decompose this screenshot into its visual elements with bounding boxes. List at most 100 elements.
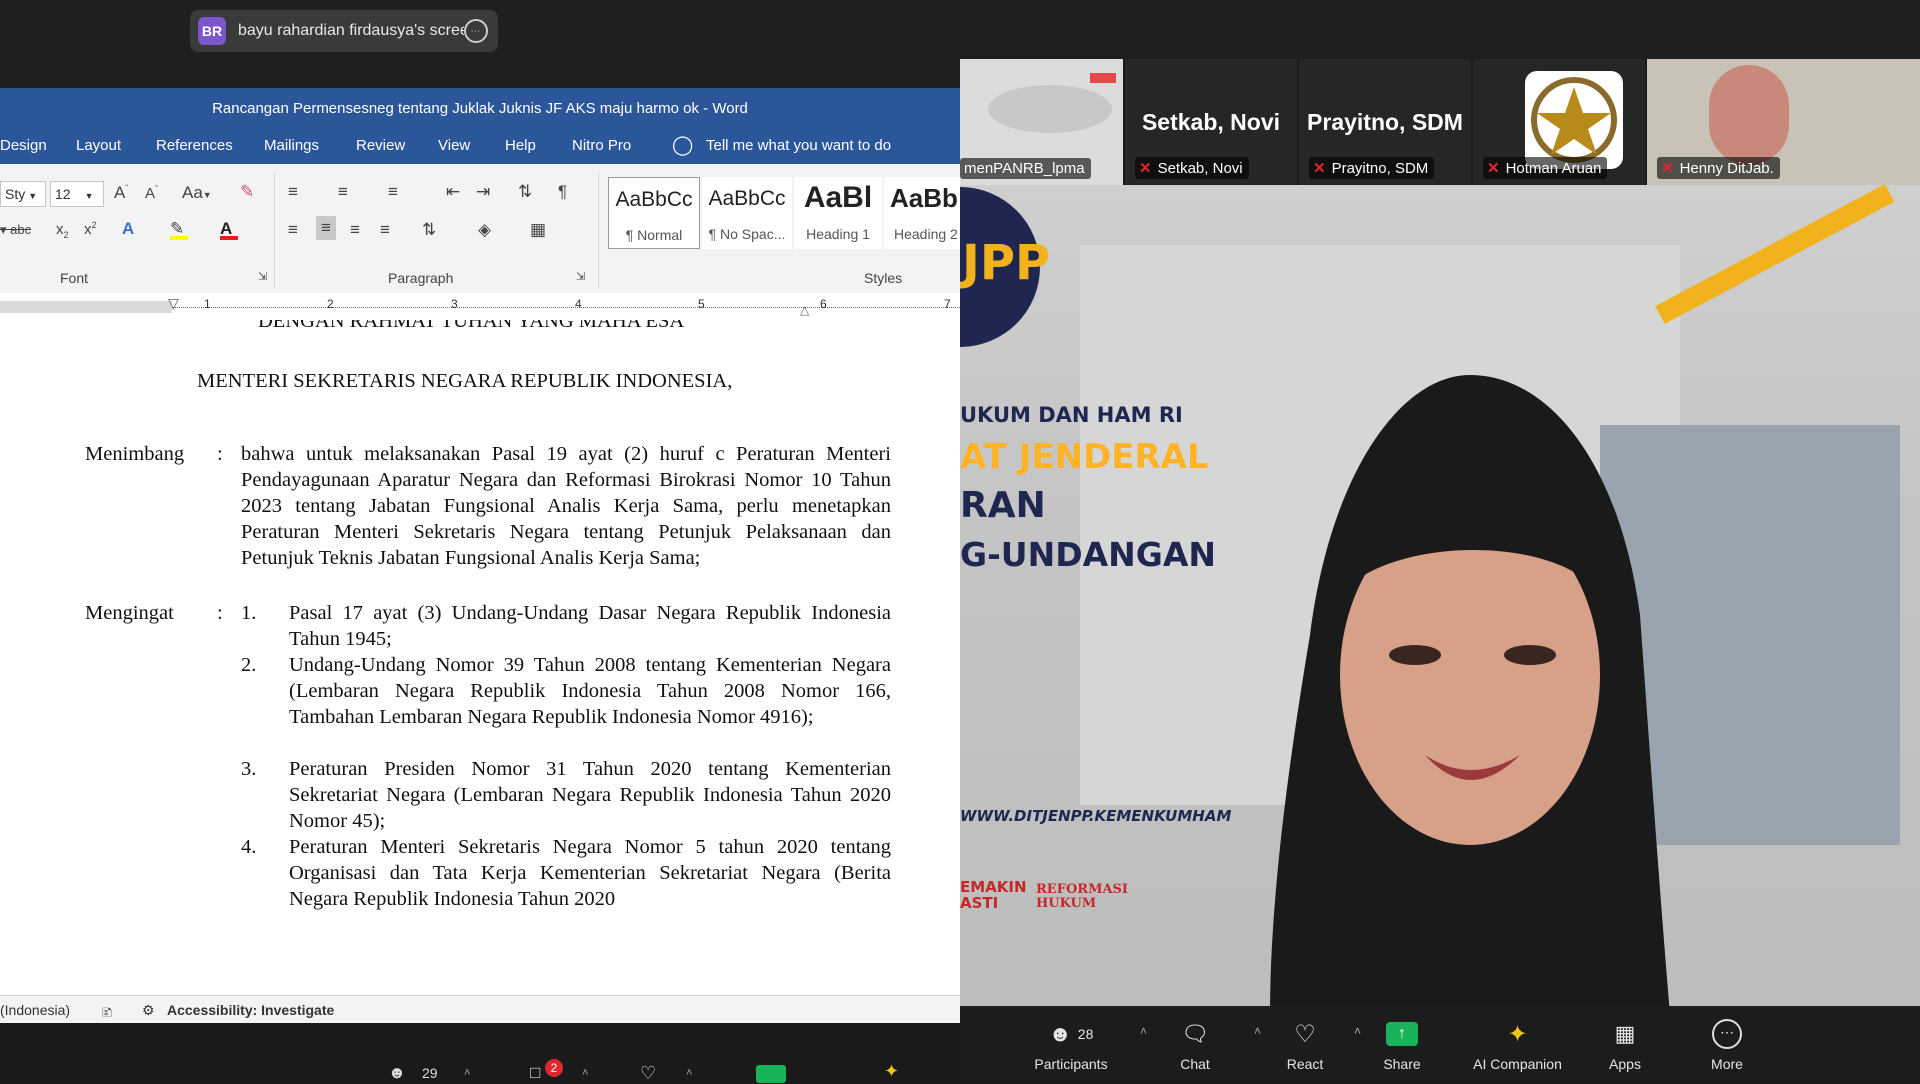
word-status-bar: (Indonesia) 🗈 ⚙ Accessibility: Investiga… xyxy=(0,995,960,1023)
show-formatting-icon[interactable]: ¶ xyxy=(558,182,567,202)
tab-view[interactable]: View xyxy=(438,137,470,154)
shrink-font-icon[interactable]: Aˇ xyxy=(145,184,158,202)
align-center-icon[interactable]: ≡ xyxy=(316,216,336,240)
style-heading-1[interactable]: AaBl Heading 1 xyxy=(794,177,882,249)
document-page[interactable]: DENGAN RAHMAT TUHAN YANG MAHA ESA MENTER… xyxy=(0,320,960,995)
numbering-icon[interactable]: ≡ xyxy=(338,182,348,202)
right-indent-marker-icon[interactable]: △ xyxy=(800,303,809,317)
more-icon: ⋯ xyxy=(1692,1019,1762,1049)
tab-help[interactable]: Help xyxy=(505,137,536,154)
react-icon[interactable]: ♡ xyxy=(640,1063,656,1084)
more-label: More xyxy=(1711,1056,1743,1072)
chevron-up-icon[interactable]: ˄ xyxy=(1140,1024,1147,1038)
tab-nitro-pro[interactable]: Nitro Pro xyxy=(572,137,631,154)
dialog-launcher-icon[interactable]: ⇲ xyxy=(258,270,267,283)
presenter-avatar: BR xyxy=(198,17,226,45)
decorative-stripe xyxy=(1655,185,1895,324)
font-name-value: Sty xyxy=(5,186,26,202)
multilevel-list-icon[interactable]: ≡ xyxy=(388,182,398,202)
style-heading-2[interactable]: AaBb Heading 2 xyxy=(884,177,960,249)
style-normal[interactable]: AaBbCc ¶ Normal xyxy=(608,177,700,249)
participant-tile[interactable]: Prayitno, SDM ✕ Prayitno, SDM xyxy=(1299,59,1471,185)
ai-companion-label: AI Companion xyxy=(1473,1056,1562,1072)
justify-icon[interactable]: ≡ xyxy=(380,220,390,240)
screen-share-indicator[interactable]: BR bayu rahardian firdausya's screen ⋯ xyxy=(190,10,498,52)
apps-button[interactable]: ▦ Apps xyxy=(1590,1006,1660,1080)
borders-icon[interactable]: ▦ xyxy=(530,220,546,240)
tab-layout[interactable]: Layout xyxy=(76,137,121,154)
chevron-up-icon[interactable]: ˄ xyxy=(1254,1024,1261,1038)
participant-tile[interactable]: ✕ Hotman Aruan xyxy=(1473,59,1645,185)
font-color-icon[interactable]: A xyxy=(220,219,238,240)
tab-references[interactable]: References xyxy=(156,137,233,154)
more-button[interactable]: ⋯ More xyxy=(1692,1006,1762,1080)
banner-line-2: AT JENDERAL xyxy=(960,437,1209,477)
grow-font-icon[interactable]: Aˆ xyxy=(114,183,128,203)
tell-me-search[interactable]: Tell me what you want to do xyxy=(706,137,891,154)
sort-icon[interactable]: ⇅ xyxy=(518,182,532,202)
align-right-icon[interactable]: ≡ xyxy=(350,220,360,240)
tab-mailings[interactable]: Mailings xyxy=(264,137,319,154)
presenter-zoom-toolbar: ☻ 29 ˄ □ 2 ˄ ♡ ˄ ✦ xyxy=(0,1023,960,1083)
indent-marker-icon[interactable]: ▽ xyxy=(168,295,179,312)
list-item-text: Peraturan Presiden Nomor 31 Tahun 2020 t… xyxy=(289,758,891,832)
react-button[interactable]: ♡ React xyxy=(1270,1006,1340,1080)
chevron-up-icon[interactable]: ˄ xyxy=(1354,1024,1361,1038)
subscript-icon[interactable]: x2 xyxy=(56,221,69,240)
text-effects-icon[interactable]: A xyxy=(122,219,134,239)
font-name-box[interactable]: Sty ▼ xyxy=(0,181,46,207)
tab-design[interactable]: Design xyxy=(0,137,47,154)
participant-video xyxy=(1709,65,1789,165)
change-case-icon[interactable]: Aa▼ xyxy=(182,183,212,203)
react-label: React xyxy=(1286,1056,1324,1072)
ruler-number: 2 xyxy=(327,297,334,311)
chevron-up-icon[interactable]: ˄ xyxy=(686,1067,692,1079)
accessibility-status[interactable]: Accessibility: Investigate xyxy=(167,1002,334,1018)
ruler-number: 1 xyxy=(204,297,211,311)
shading-icon[interactable]: ◈ xyxy=(478,220,491,240)
increase-indent-icon[interactable]: ⇥ xyxy=(476,182,490,202)
ruler-number: 3 xyxy=(451,297,458,311)
dialog-launcher-icon[interactable]: ⇲ xyxy=(576,270,585,283)
share-screen-icon[interactable] xyxy=(756,1065,786,1083)
participant-tile[interactable]: Setkab, Novi ✕ Setkab, Novi xyxy=(1125,59,1297,185)
chat-icon[interactable]: □ xyxy=(530,1063,540,1083)
ai-companion-icon[interactable]: ✦ xyxy=(884,1061,899,1082)
proofing-icon[interactable]: 🗈 xyxy=(102,1002,112,1023)
zoom-top-bar: BR bayu rahardian firdausya's screen ⋯ xyxy=(0,0,1920,59)
clear-formatting-icon[interactable]: ✎ xyxy=(240,182,254,202)
chat-badge: 2 xyxy=(545,1059,563,1077)
participants-icon[interactable]: ☻ xyxy=(388,1063,406,1083)
share-button[interactable]: ↑ Share xyxy=(1362,1006,1442,1080)
language-status[interactable]: (Indonesia) xyxy=(0,1002,70,1018)
chat-button[interactable]: 🗨 Chat xyxy=(1160,1006,1230,1080)
bullets-icon[interactable]: ≡ xyxy=(288,182,298,202)
style-no-spacing[interactable]: AaBbCc ¶ No Spac... xyxy=(702,177,792,249)
line-spacing-icon[interactable]: ⇅ xyxy=(422,220,436,240)
muted-mic-icon: ✕ xyxy=(1313,160,1326,177)
tab-review[interactable]: Review xyxy=(356,137,405,154)
font-size-value: 12 xyxy=(55,186,71,202)
ai-companion-button[interactable]: ✦ AI Companion xyxy=(1460,1006,1575,1080)
participant-display-name: Prayitno, SDM xyxy=(1307,109,1463,135)
font-size-box[interactable]: 12 ▼ xyxy=(50,181,104,207)
list-item-number: 2. xyxy=(241,654,257,676)
participants-button[interactable]: ☻ 28 Participants xyxy=(1026,1006,1116,1080)
ruler-number: 4 xyxy=(575,297,582,311)
chevron-up-icon[interactable]: ˄ xyxy=(582,1067,588,1079)
decrease-indent-icon[interactable]: ⇤ xyxy=(446,182,460,202)
muted-mic-icon: ✕ xyxy=(1139,160,1152,177)
ruler[interactable]: ▽ 1 2 3 4 5 6 7 △ xyxy=(0,293,960,321)
more-options-icon[interactable]: ⋯ xyxy=(464,19,488,43)
share-icon: ↑ xyxy=(1362,1020,1442,1048)
participant-tile[interactable]: menPANRB_lpma xyxy=(960,59,1123,185)
banner-line-3: RAN xyxy=(960,485,1046,526)
superscript-icon[interactable]: x2 xyxy=(84,220,97,238)
highlight-icon[interactable]: ✎ xyxy=(170,219,188,240)
participant-tile[interactable]: ✕ Henny DitJab. xyxy=(1647,59,1920,185)
align-left-icon[interactable]: ≡ xyxy=(288,220,298,240)
ribbon-tabs: Design Layout References Mailings Review… xyxy=(0,128,960,164)
strikethrough-icon[interactable]: ▾ abc xyxy=(0,222,31,238)
chevron-up-icon[interactable]: ˄ xyxy=(464,1067,470,1079)
lightbulb-icon: ◯ xyxy=(672,135,694,156)
